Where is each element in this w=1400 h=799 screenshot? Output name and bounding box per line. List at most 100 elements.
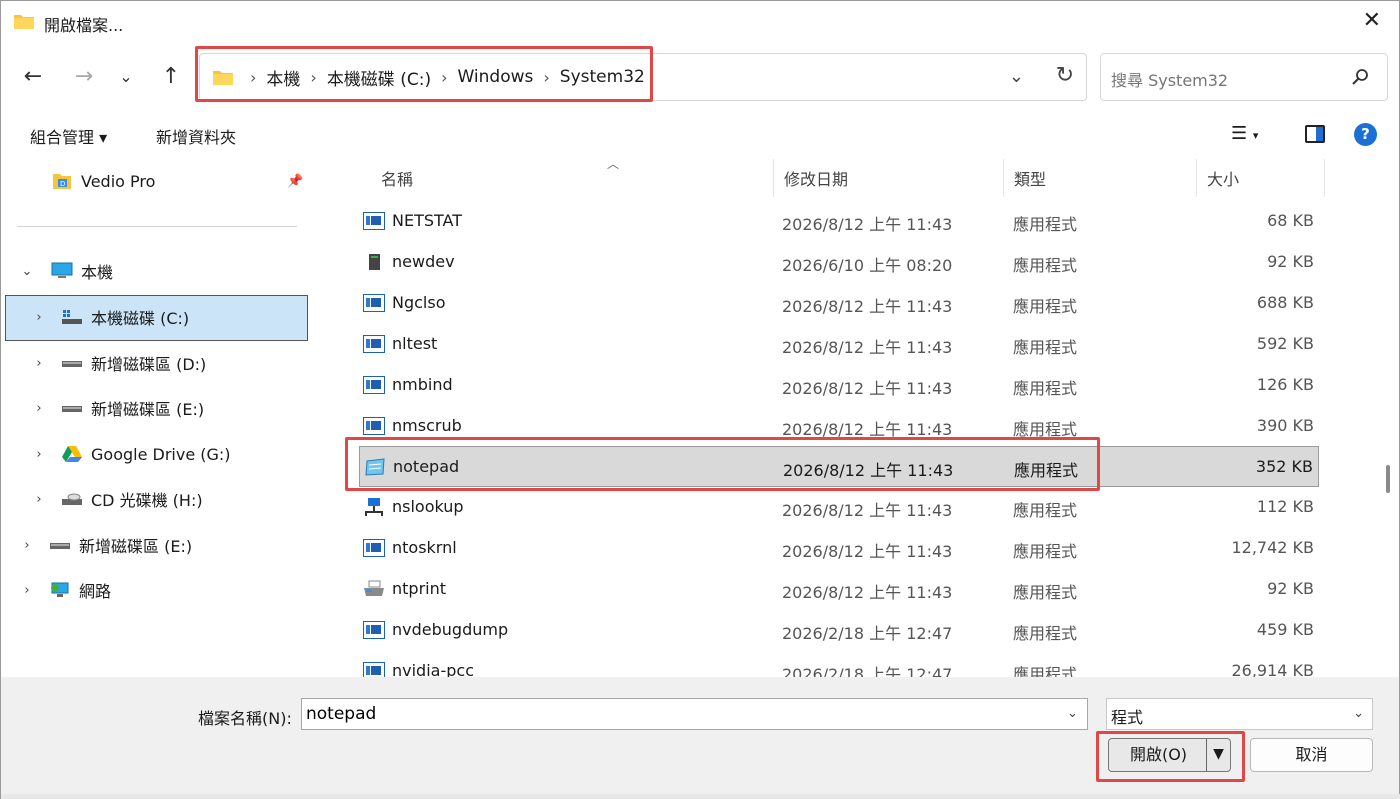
refresh-icon[interactable]: ↻ <box>1056 63 1074 88</box>
close-icon[interactable]: ✕ <box>1363 10 1381 32</box>
chevron-down-icon[interactable]: ⌄ <box>1009 66 1024 87</box>
column-header-name[interactable]: 名稱 ︿ <box>371 159 774 197</box>
organize-menu[interactable]: 組合管理 ▾ <box>30 124 107 148</box>
breadcrumb-separator[interactable]: › <box>435 68 453 87</box>
chevron-down-icon[interactable]: ⌄ <box>1353 706 1364 721</box>
new-folder-button[interactable]: 新增資料夾 <box>156 124 236 148</box>
window-bottom-edge <box>1 794 1400 799</box>
open-file-dialog: 開啟檔案... ✕ ← → ⌄ ↑ › 本機 › 本機磁碟 (C:) › Win… <box>0 0 1400 799</box>
app-window-icon <box>363 539 385 558</box>
svg-text:D: D <box>60 180 65 188</box>
app-window-icon <box>363 212 385 230</box>
file-row[interactable]: nmscrub 2026/8/12 上午 11:43 應用程式 390 KB <box>359 406 1319 447</box>
sidebar-item-network[interactable]: › 網路 <box>17 568 111 612</box>
file-row[interactable]: notepad 2026/8/12 上午 11:43 應用程式 352 KB <box>359 446 1319 488</box>
file-row[interactable]: ntoskrnl 2026/8/12 上午 11:43 應用程式 12,742 KB <box>359 528 1319 569</box>
file-type: 應用程式 <box>1013 501 1078 521</box>
sidebar-item-drive-c[interactable]: › 本機磁碟 (C:) <box>29 295 189 339</box>
breadcrumb-drive-c[interactable]: 本機磁碟 (C:) <box>323 65 435 90</box>
back-button[interactable]: ← <box>19 63 47 91</box>
chevron-down-icon[interactable]: ⌄ <box>17 264 37 279</box>
chevron-right-icon[interactable]: › <box>29 447 49 462</box>
view-options-icon[interactable]: ☰ ▾ <box>1231 123 1258 144</box>
chevron-down-icon[interactable]: ⌄ <box>1067 706 1078 721</box>
sidebar-item-drive-e-2[interactable]: › 新增磁碟區 (E:) <box>17 523 192 567</box>
file-date-modified: 2026/2/18 上午 12:47 <box>782 664 953 677</box>
search-box[interactable]: 搜尋 System32 <box>1100 53 1388 101</box>
file-row[interactable]: nvidia-pcc 2026/2/18 上午 12:47 應用程式 26,914 K… <box>359 651 1319 677</box>
file-name: nvidia-pcc <box>392 660 474 677</box>
breadcrumb-this-pc[interactable]: 本機 <box>262 65 304 90</box>
recent-locations-button[interactable]: ⌄ <box>112 63 140 91</box>
app-window-icon <box>363 661 385 677</box>
file-name: nmscrub <box>392 415 462 435</box>
filename-input[interactable] <box>301 698 1088 730</box>
file-date-modified: 2026/8/12 上午 11:43 <box>782 419 953 439</box>
network-computer-icon <box>363 498 385 517</box>
file-row[interactable]: newdev 2026/6/10 上午 08:20 應用程式 92 KB <box>359 242 1319 283</box>
file-name: ntprint <box>392 579 447 599</box>
file-date-modified: 2026/8/12 上午 11:43 <box>782 542 953 562</box>
column-header-size[interactable]: 大小 <box>1197 159 1325 197</box>
breadcrumb-system32[interactable]: System32 <box>556 67 649 87</box>
chevron-right-icon[interactable]: › <box>29 492 49 507</box>
sidebar-item-label: 新增磁碟區 (E:) <box>79 537 193 556</box>
file-row[interactable]: nltest 2026/8/12 上午 11:43 應用程式 592 KB <box>359 324 1319 365</box>
search-icon[interactable] <box>1351 68 1369 86</box>
sidebar-item-drive-d[interactable]: › 新增磁碟區 (D:) <box>29 341 206 385</box>
file-date-modified: 2026/8/12 上午 11:43 <box>782 296 953 316</box>
pin-icon[interactable]: 📌 <box>287 174 303 189</box>
chevron-right-icon[interactable]: › <box>29 401 49 416</box>
file-row[interactable]: Ngclso 2026/8/12 上午 11:43 應用程式 688 KB <box>359 283 1319 324</box>
folder-icon <box>14 15 34 29</box>
breadcrumb-separator[interactable]: › <box>304 68 322 87</box>
open-options-dropdown-icon[interactable]: ▼ <box>1206 739 1230 771</box>
open-button[interactable]: 開啟(O) ▼ <box>1108 738 1231 772</box>
breadcrumb-windows[interactable]: Windows <box>454 67 538 87</box>
file-type: 應用程式 <box>1013 255 1078 275</box>
notepad-icon <box>364 458 386 476</box>
preview-pane-icon[interactable] <box>1305 125 1325 143</box>
sidebar-item-drive-e[interactable]: › 新增磁碟區 (E:) <box>29 386 204 430</box>
file-size: 68 KB <box>1267 211 1314 230</box>
breadcrumb-separator[interactable]: › <box>537 68 555 87</box>
file-date-modified: 2026/8/12 上午 11:43 <box>782 337 953 357</box>
file-row[interactable]: NETSTAT 2026/8/12 上午 11:43 應用程式 68 KB <box>359 201 1319 242</box>
address-bar[interactable]: › 本機 › 本機磁碟 (C:) › Windows › System32 ⌄ … <box>199 53 1087 101</box>
cancel-button[interactable]: 取消 <box>1250 738 1373 772</box>
filename-label: 檔案名稱(N): <box>198 709 292 728</box>
forward-button[interactable]: → <box>70 63 98 91</box>
sidebar-item-google-drive[interactable]: › Google Drive (G:) <box>29 432 231 476</box>
drive-icon <box>61 354 83 372</box>
sidebar-item-label: CD 光碟機 (H:) <box>91 491 203 510</box>
computer-icon <box>51 262 73 280</box>
sidebar-item-cd-drive[interactable]: › CD 光碟機 (H:) <box>29 477 203 521</box>
column-header-date[interactable]: 修改日期 <box>774 159 1004 197</box>
sidebar-item-label: 本機 <box>81 263 114 282</box>
help-icon[interactable]: ? <box>1354 123 1377 146</box>
breadcrumb-separator: › <box>250 67 257 87</box>
file-row[interactable]: nvdebugdump 2026/2/18 上午 12:47 應用程式 459 KB <box>359 610 1319 651</box>
file-type: 應用程式 <box>1013 296 1078 316</box>
file-row[interactable]: ntprint 2026/8/12 上午 11:43 應用程式 92 KB <box>359 569 1319 610</box>
search-placeholder[interactable]: 搜尋 System32 <box>1111 67 1228 91</box>
up-button[interactable]: ↑ <box>157 63 185 91</box>
file-row[interactable]: nmbind 2026/8/12 上午 11:43 應用程式 126 KB <box>359 365 1319 406</box>
chevron-right-icon[interactable]: › <box>29 356 49 371</box>
file-row[interactable]: nslookup 2026/8/12 上午 11:43 應用程式 112 KB <box>359 487 1319 528</box>
chevron-right-icon[interactable]: › <box>17 538 37 553</box>
sidebar-item-this-pc[interactable]: ⌄ 本機 <box>17 249 113 293</box>
sort-ascending-icon: ︿ <box>607 159 620 171</box>
chevron-right-icon[interactable]: › <box>29 310 49 325</box>
file-type-select[interactable]: 程式 ⌄ <box>1106 698 1373 730</box>
file-list: 名稱 ︿ 修改日期 類型 大小 NETSTAT 2026/8/12 上午 11:4… <box>331 159 1391 677</box>
chevron-right-icon[interactable]: › <box>17 583 37 598</box>
file-size: 26,914 KB <box>1231 660 1314 677</box>
file-list-scrollbar[interactable] <box>1386 465 1390 493</box>
column-header-label: 大小 <box>1207 170 1240 189</box>
file-name: notepad <box>393 457 460 477</box>
sidebar-item-vedio-pro[interactable]: D Vedio Pro <box>51 159 155 203</box>
column-header-type[interactable]: 類型 <box>1004 159 1197 197</box>
sidebar-item-label: Google Drive (G:) <box>91 444 231 464</box>
app-window-icon <box>363 375 385 394</box>
